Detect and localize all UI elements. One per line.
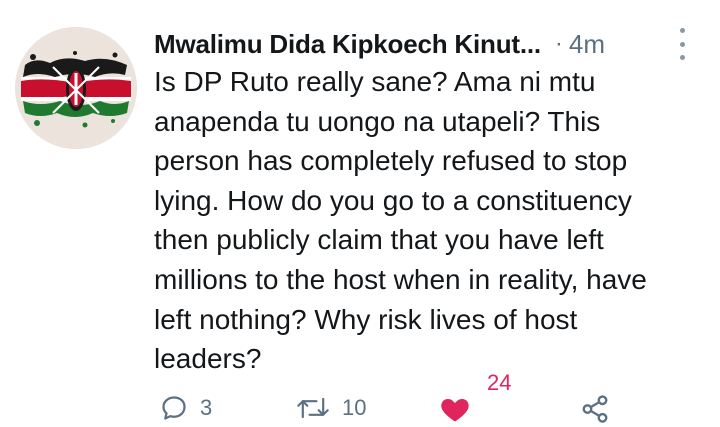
- action-bar: 3 10: [0, 380, 720, 427]
- kenya-flag-avatar: [15, 27, 137, 149]
- tweet-line: left nothing? Why risk lives of host: [154, 303, 578, 335]
- separator-dot: ·: [554, 30, 563, 57]
- reply-button[interactable]: 3: [160, 394, 212, 422]
- share-button[interactable]: [580, 394, 610, 424]
- retweet-icon: [297, 397, 329, 419]
- share-icon: [582, 395, 608, 423]
- reply-count: 3: [200, 395, 213, 420]
- tweet-line: lying. How do you go to a constituency: [154, 184, 632, 216]
- timestamp[interactable]: 4m: [569, 29, 605, 60]
- tweet-line: anapenda tu uongo na utapeli? This: [154, 105, 601, 137]
- tweet-header: Mwalimu Dida Kipkoech Kinut... · 4m: [154, 24, 690, 64]
- tweet-line: Is DP Ruto really sane? Ama ni mtu: [154, 66, 596, 97]
- author-name[interactable]: Mwalimu Dida Kipkoech Kinut...: [154, 29, 541, 60]
- retweet-count: 10: [342, 395, 367, 420]
- tweet-card[interactable]: Mwalimu Dida Kipkoech Kinut... · 4m Is D…: [0, 0, 720, 427]
- tweet-line: millions to the host when in reality, ha…: [154, 263, 647, 295]
- reply-icon: [162, 396, 186, 420]
- more-vertical-icon[interactable]: [674, 28, 690, 60]
- tweet-line: then publicly claim that you have left: [154, 224, 604, 256]
- heart-icon: [441, 399, 469, 422]
- retweet-button[interactable]: 10: [296, 394, 366, 422]
- avatar[interactable]: [15, 27, 137, 149]
- like-button[interactable]: [440, 395, 470, 423]
- tweet-line: person has completely refused to stop: [154, 145, 628, 177]
- tweet-line: leaders?: [154, 343, 262, 375]
- tweet-text: Is DP Ruto really sane? Ama ni mtu anape…: [154, 62, 694, 379]
